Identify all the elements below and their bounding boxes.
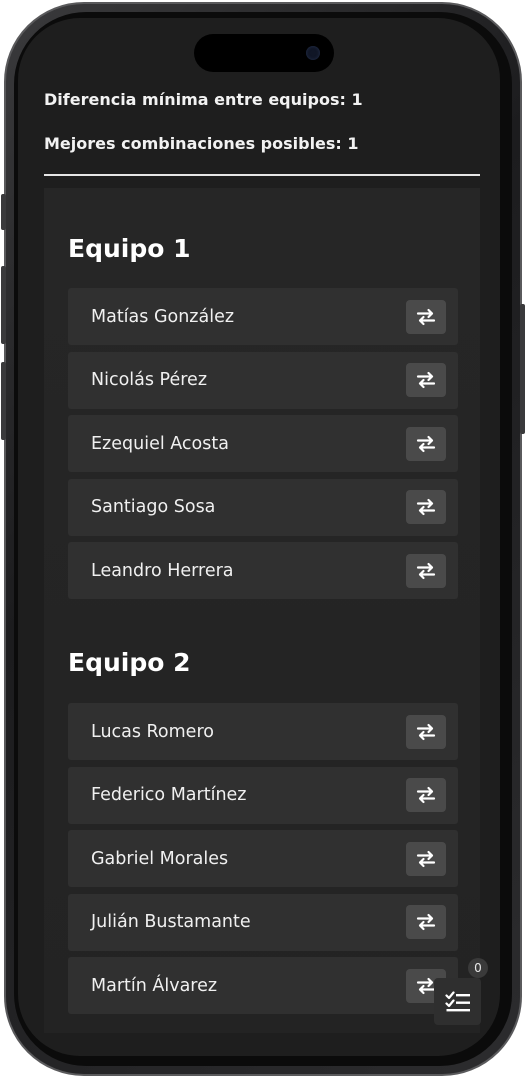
best-combinations-text: Mejores combinaciones posibles: 1 [44,134,359,153]
team-1-title: Equipo 1 [68,234,191,263]
checklist-icon [444,990,470,1011]
player-name: Martín Álvarez [91,975,218,996]
player-name: Lucas Romero [91,721,214,742]
swap-arrows-icon [416,498,436,516]
swap-arrows-icon [416,723,436,740]
player-row: Santiago Sosa [68,478,458,536]
player-name: Santiago Sosa [91,497,216,517]
player-row: Julián Bustamante [68,893,458,951]
player-row: Nicolás Pérez [68,351,458,409]
player-name: Nicolás Pérez [91,370,208,390]
swap-arrows-icon [416,562,436,579]
swap-player-button[interactable] [406,778,446,812]
app-screen: Diferencia mínima entre equipos: 1 Mejor… [18,18,500,1056]
player-row: Lucas Romero [68,703,458,760]
camera-icon [306,46,320,60]
swap-player-button[interactable] [406,905,446,939]
min-difference-text: Diferencia mínima entre equipos: 1 [44,90,363,109]
player-row: Gabriel Morales [68,830,458,887]
dynamic-island [194,34,334,72]
checklist-button[interactable] [434,978,481,1025]
swap-player-button[interactable] [406,841,446,876]
swap-player-button[interactable] [406,299,446,334]
player-name: Gabriel Morales [91,848,229,869]
team-2-player-list: Lucas Romero Federico Martínez Gabriel M… [68,703,458,1021]
team-1-player-list: Matías González Nicolás Pérez Ezequiel A… [68,288,458,606]
player-row: Martín Álvarez [68,957,458,1014]
player-row: Ezequiel Acosta [68,415,458,472]
action-button [1,194,6,230]
swap-player-button[interactable] [406,426,446,461]
player-name: Julián Bustamante [91,912,251,932]
player-name: Federico Martínez [91,785,247,805]
swap-arrows-icon [416,913,436,931]
swap-player-button[interactable] [406,363,446,397]
swap-arrows-icon [416,850,436,867]
divider [44,174,480,176]
teams-panel: Equipo 1 Matías González Nicolás Pérez E… [44,188,480,1033]
swap-arrows-icon [416,977,436,994]
player-name: Matías González [91,306,235,327]
swap-arrows-icon [416,308,436,325]
checklist-count-badge: 0 [468,958,488,978]
power-button [520,304,525,434]
player-name: Leandro Herrera [91,560,234,581]
swap-arrows-icon [416,371,436,389]
swap-arrows-icon [416,435,436,452]
player-row: Federico Martínez [68,766,458,824]
swap-player-button[interactable] [406,490,446,524]
swap-arrows-icon [416,786,436,804]
volume-up-button [1,266,6,344]
player-row: Leandro Herrera [68,542,458,599]
swap-player-button[interactable] [406,714,446,749]
team-2-title: Equipo 2 [68,648,191,677]
volume-down-button [1,362,6,440]
swap-player-button[interactable] [406,553,446,588]
player-name: Ezequiel Acosta [91,433,229,454]
player-row: Matías González [68,288,458,345]
